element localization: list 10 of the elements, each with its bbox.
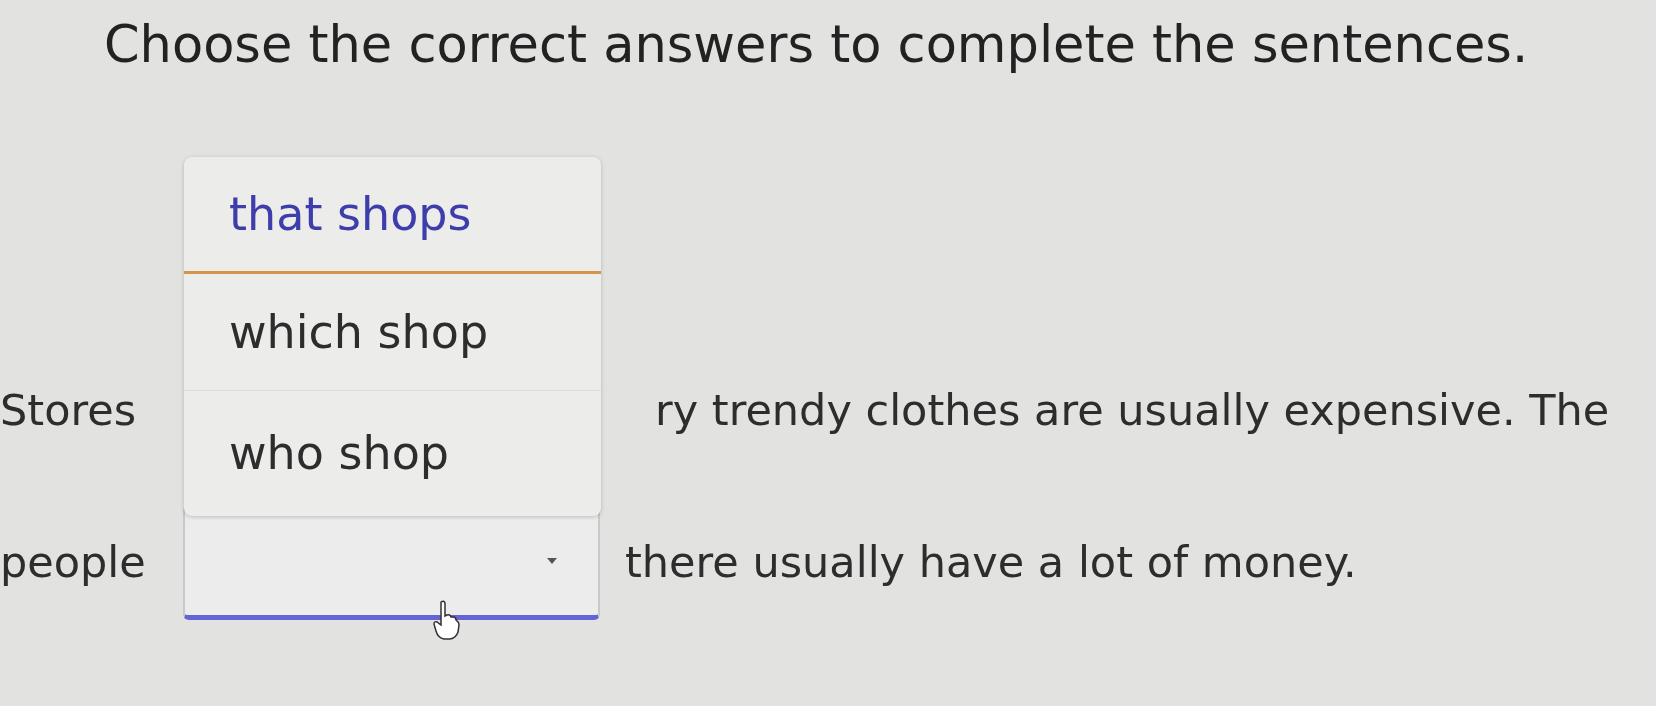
menu-option[interactable]: that shops <box>184 157 601 274</box>
sentence-text: people <box>0 536 147 590</box>
menu-option[interactable]: who shop <box>184 391 601 516</box>
sentence-text: ry trendy clothes are usually expensive. The <box>655 383 1610 437</box>
sentence-text: there usually have a lot of money. <box>625 536 1357 590</box>
menu-option[interactable]: which shop <box>184 274 601 391</box>
caret-icon <box>546 557 558 566</box>
hand-cursor-icon <box>432 600 460 640</box>
sentence-text: Stores <box>0 383 138 437</box>
instruction-title: Choose the correct answers to complete the sentences. <box>103 14 1530 76</box>
